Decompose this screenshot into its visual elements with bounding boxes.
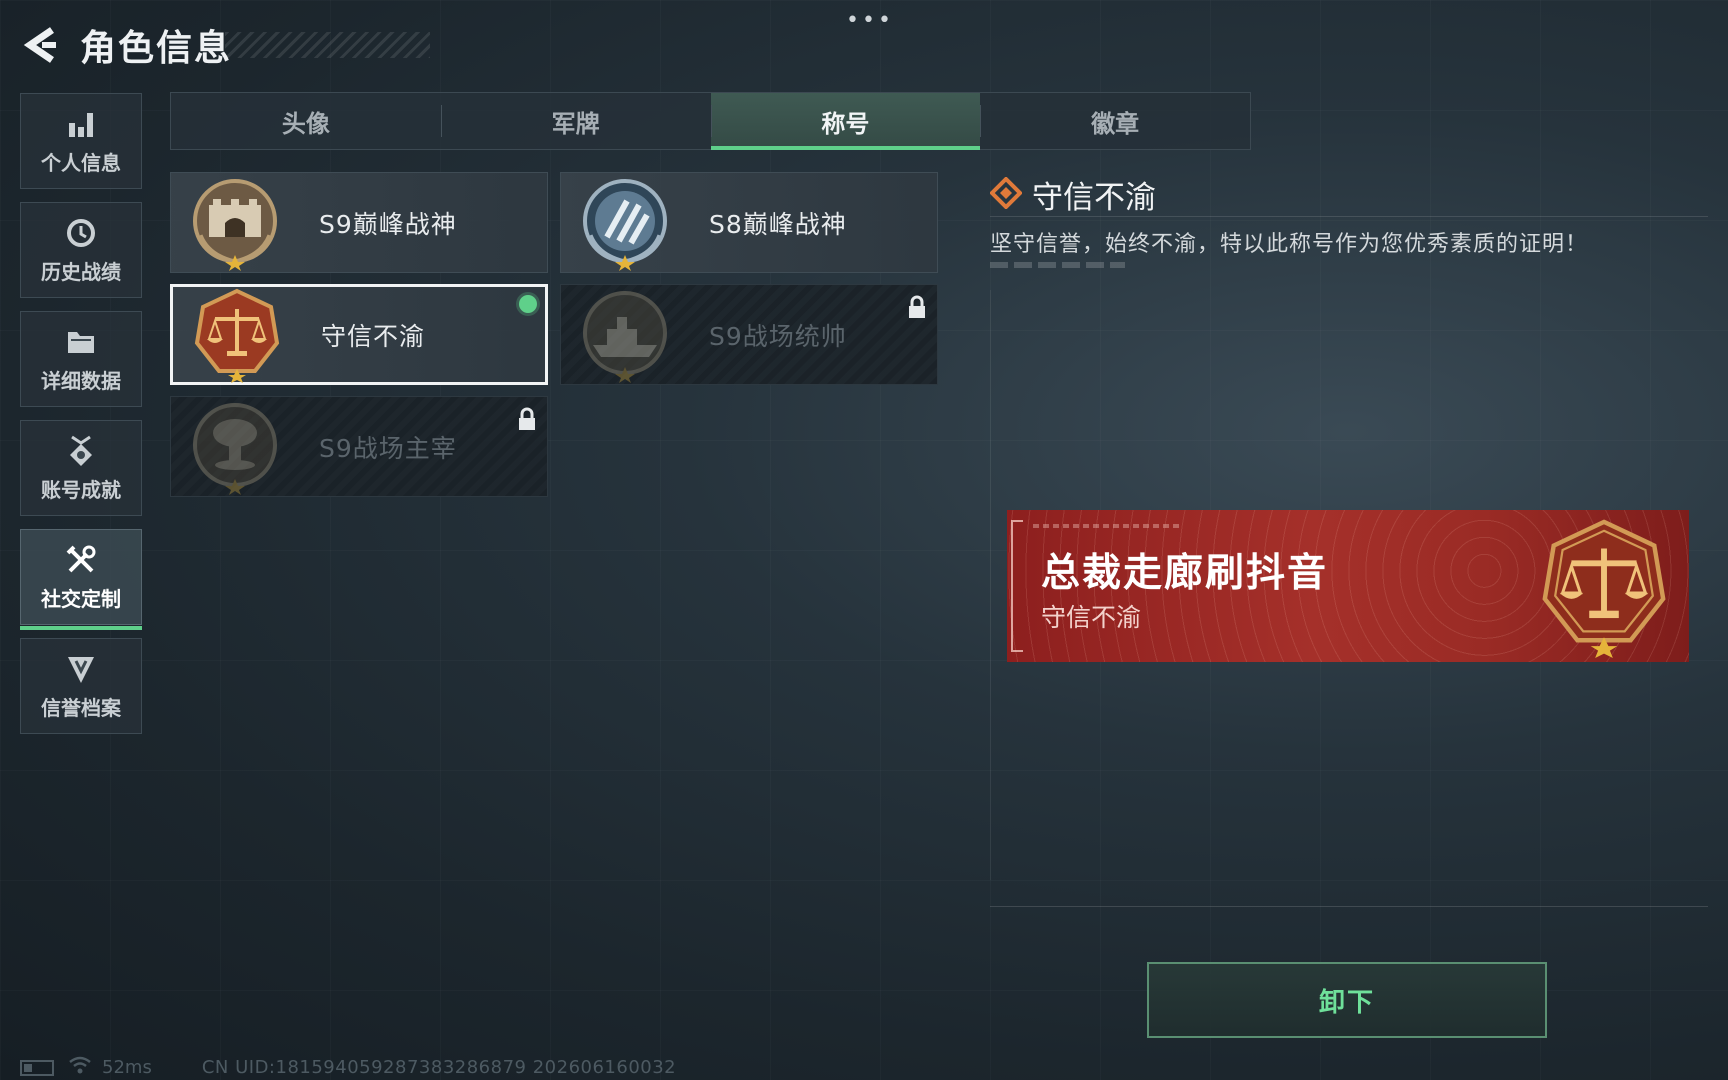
sidebar-item-social-custom[interactable]: 社交定制: [20, 529, 142, 630]
tab-title[interactable]: 称号: [710, 93, 981, 150]
diamond-icon: [989, 175, 1023, 213]
detail-description: 坚守信誉，始终不渝，特以此称号作为您优秀素质的证明！: [990, 232, 1589, 257]
clock-icon: [64, 216, 98, 250]
sidebar-item-achievements[interactable]: 账号成就: [20, 420, 142, 516]
wifi-icon: [68, 1056, 92, 1079]
title-card-s9-dominator[interactable]: S9战场主宰: [170, 396, 548, 497]
bar-chart-icon: [64, 107, 98, 141]
divider: [990, 216, 1708, 217]
back-arrow-icon[interactable]: [20, 23, 58, 67]
blue-stripes-emblem-icon: [577, 175, 673, 271]
page-header: 角色信息: [20, 22, 430, 69]
sidebar-item-personal-info[interactable]: 个人信息: [20, 93, 142, 189]
title-name: S8巅峰战神: [709, 209, 847, 239]
sidebar-item-label: 账号成就: [41, 477, 121, 502]
title-name: S9战场统帅: [709, 321, 847, 351]
warship-emblem-icon: [577, 287, 673, 383]
lock-icon: [907, 295, 927, 323]
sidebar-item-history[interactable]: 历史战绩: [20, 202, 142, 298]
title-name: S9战场主宰: [319, 433, 457, 463]
page-title: 角色信息: [80, 28, 233, 69]
mushroom-cloud-emblem-icon: [187, 399, 283, 495]
decorative-dashes: [990, 262, 1125, 268]
title-name: 守信不渝: [321, 321, 426, 351]
player-name: 总裁走廊刷抖音: [1041, 551, 1329, 596]
banner-bracket: [1011, 520, 1023, 652]
unequip-label: 卸下: [1318, 987, 1375, 1018]
sidebar: 个人信息 历史战绩 详细数据 账号成就 社交定制 信誉档案: [20, 93, 144, 747]
tab-badge[interactable]: 徽章: [980, 93, 1250, 149]
sidebar-item-label: 信誉档案: [41, 695, 121, 720]
battery-icon: [20, 1059, 54, 1076]
unequip-button[interactable]: 卸下: [1147, 962, 1547, 1038]
title-card-keep-faith[interactable]: 守信不渝: [170, 284, 548, 385]
tab-dog-tag[interactable]: 军牌: [440, 93, 711, 149]
banner-microtext: [1033, 524, 1183, 528]
title-card-s8-peak-god[interactable]: S8巅峰战神: [560, 172, 938, 273]
divider: [990, 906, 1708, 907]
equipped-indicator: [519, 295, 537, 313]
title-decoration: [225, 32, 430, 58]
shield-icon: [64, 652, 98, 686]
sidebar-item-label: 详细数据: [41, 368, 121, 393]
sidebar-item-label: 个人信息: [41, 150, 121, 175]
user-uid: CN UID:18159405928738328687​9 2026061600…: [201, 1057, 677, 1078]
fortress-emblem-icon: [187, 175, 283, 271]
detail-header: 守信不渝: [989, 172, 1156, 217]
title-banner-preview: 总裁走廊刷抖音 守信不渝: [1007, 510, 1689, 662]
scales-emblem-icon: [1533, 516, 1675, 658]
lock-icon: [517, 407, 537, 435]
badge-icon: [64, 434, 98, 468]
scales-emblem-icon: [189, 287, 285, 383]
title-card-s9-commander[interactable]: S9战场统帅: [560, 284, 938, 385]
title-name: S9巅峰战神: [319, 209, 457, 239]
status-bar: 52ms CN UID:18159405928738328687​9 20260…: [20, 1056, 676, 1079]
ping-value: 52ms: [102, 1057, 152, 1078]
sidebar-item-reputation[interactable]: 信誉档案: [20, 638, 142, 734]
detail-title: 守信不渝: [1032, 180, 1156, 216]
sidebar-item-label: 社交定制: [41, 586, 121, 611]
title-card-s9-peak-god[interactable]: S9巅峰战神: [170, 172, 548, 273]
tab-avatar[interactable]: 头像: [171, 93, 441, 149]
sidebar-item-detailed-data[interactable]: 详细数据: [20, 311, 142, 407]
folder-icon: [64, 325, 98, 359]
more-options-icon[interactable]: •••: [846, 10, 894, 32]
category-tabs: 头像 军牌 称号 徽章: [170, 92, 1251, 150]
sidebar-item-label: 历史战绩: [41, 259, 121, 284]
banner-title: 守信不渝: [1041, 603, 1142, 632]
tools-icon: [64, 543, 98, 577]
